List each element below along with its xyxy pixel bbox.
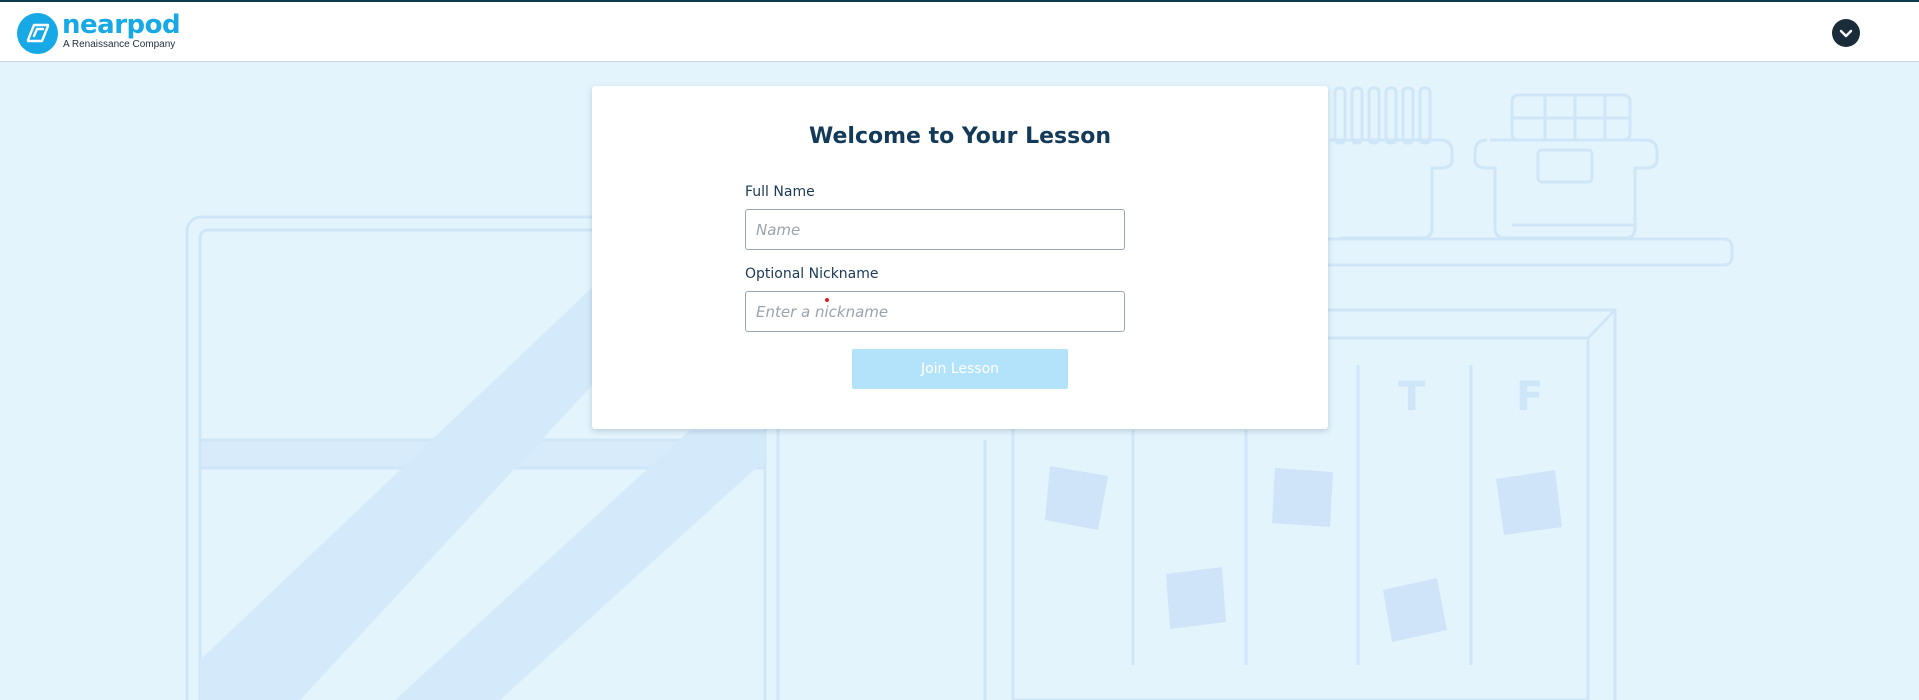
header: nearpod A Renaissance Company xyxy=(0,2,1919,62)
logo-wordmark: nearpod xyxy=(62,10,181,40)
account-menu-button[interactable] xyxy=(1832,19,1860,47)
nearpod-logo-icon xyxy=(17,12,58,54)
full-name-label: Full Name xyxy=(745,184,815,200)
mouse-cursor-marker xyxy=(825,298,829,302)
calendar-letter: T xyxy=(1398,374,1426,420)
page-title: Welcome to Your Lesson xyxy=(809,124,1111,149)
join-lesson-button[interactable]: Join Lesson xyxy=(852,349,1068,389)
full-name-input[interactable] xyxy=(745,209,1125,250)
nearpod-logo[interactable]: nearpod A Renaissance Company xyxy=(17,10,181,54)
chevron-down-icon xyxy=(1839,29,1853,38)
nickname-input[interactable] xyxy=(745,291,1125,332)
calendar-letter: F xyxy=(1516,374,1543,420)
join-lesson-card: Welcome to Your Lesson Full Name Optiona… xyxy=(592,86,1328,429)
logo-subtitle: A Renaissance Company xyxy=(63,39,176,50)
nickname-label: Optional Nickname xyxy=(745,266,879,282)
